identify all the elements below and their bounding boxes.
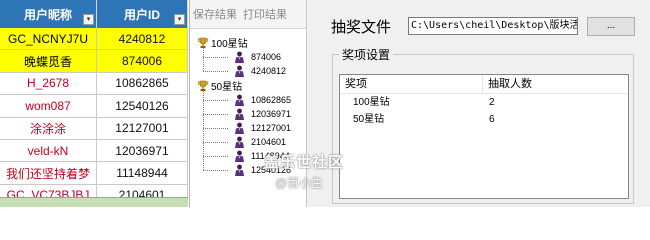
cell-user-id[interactable]: 12540126 <box>97 95 188 117</box>
sheet-row[interactable]: GC_NCNYJ7U 4240812 <box>0 28 188 51</box>
cell-nickname[interactable]: veld-kN <box>0 139 97 162</box>
tree-connector <box>203 170 228 171</box>
tree-connector <box>203 57 228 58</box>
sheet-header-row: 用户昵称 ▾ 用户ID ▾ <box>0 0 188 28</box>
column-header-user-id[interactable]: 用户ID ▾ <box>97 0 188 28</box>
cell-user-id[interactable]: 12127001 <box>97 117 188 139</box>
cell-nickname[interactable]: GC_NCNYJ7U <box>0 28 97 50</box>
tree-group-node[interactable]: 50星钻 <box>190 78 306 93</box>
trophy-icon <box>197 37 209 49</box>
prize-settings-group: 奖项设置 奖项 抽取人数 100星钻 2 50星钻 6 <box>332 46 634 204</box>
tree-winner-id: 2104601 <box>251 137 287 147</box>
tree-winner-id: 4240812 <box>251 66 287 76</box>
prize-row[interactable]: 100星钻 2 <box>340 94 628 111</box>
tree-group-label: 100星钻 <box>211 39 248 50</box>
cell-nickname[interactable]: 涂涂涂 <box>0 117 97 139</box>
lottery-file-label: 抽奖文件 <box>331 19 392 36</box>
tree-connector <box>203 156 228 157</box>
tree-winner-id: 874006 <box>251 52 282 62</box>
tree-group-node[interactable]: 100星钻 <box>190 35 306 50</box>
cell-nickname[interactable]: H_2678 <box>0 72 97 95</box>
browse-file-button[interactable]: ... <box>587 17 635 36</box>
filter-dropdown-icon[interactable]: ▾ <box>83 14 94 25</box>
cell-user-id[interactable]: 11148944 <box>97 162 188 184</box>
tree-connector <box>203 71 228 72</box>
prize-name: 50星钻 <box>353 114 385 125</box>
prize-row[interactable]: 50星钻 6 <box>340 111 628 128</box>
cell-nickname[interactable]: wom087 <box>0 95 97 117</box>
prize-list[interactable]: 奖项 抽取人数 100星钻 2 50星钻 6 <box>339 74 629 199</box>
tree-winner-id: 10862865 <box>251 95 292 105</box>
cell-nickname[interactable]: 晚蝶觅香 <box>0 50 97 72</box>
sheet-row[interactable]: 晚蝶觅香 874006 <box>0 50 188 73</box>
cell-user-id[interactable]: 12036971 <box>97 139 188 162</box>
tree-group-label: 50星钻 <box>211 82 243 93</box>
tree-connector <box>203 128 228 129</box>
user-icon <box>234 122 245 134</box>
prize-count: 2 <box>489 97 495 108</box>
lottery-file-path-input[interactable]: C:\Users\cheil\Desktop\版块活 <box>408 17 578 35</box>
spreadsheet: 用户昵称 ▾ 用户ID ▾ GC_NCNYJ7U 4240812 晚蝶觅香 87400… <box>0 0 188 208</box>
column-header-prize[interactable]: 奖项 <box>340 75 483 93</box>
tree-connector <box>203 91 204 170</box>
column-header-count[interactable]: 抽取人数 <box>483 75 628 93</box>
print-results-button[interactable]: 打印结果 <box>240 6 290 22</box>
cell-nickname[interactable]: 我们还坚持着梦 <box>0 162 97 184</box>
prize-list-header: 奖项 抽取人数 <box>340 75 628 94</box>
prize-count: 6 <box>489 114 495 125</box>
tree-connector <box>203 48 204 71</box>
save-results-button[interactable]: 保存结果 <box>190 6 240 22</box>
tree-connector <box>203 114 228 115</box>
prize-settings-title: 奖项设置 <box>339 46 394 63</box>
user-icon <box>234 108 245 120</box>
prize-name: 100星钻 <box>353 97 390 108</box>
tree-connector <box>203 100 228 101</box>
sheet-bottom-strip <box>0 197 188 207</box>
watermark-author: @百小生 <box>275 176 324 190</box>
watermark-title: 盖乐世社区 <box>264 154 345 171</box>
tree-winner-id: 12127001 <box>251 123 292 133</box>
cell-user-id[interactable]: 4240812 <box>97 28 188 50</box>
user-icon <box>234 65 245 77</box>
filter-dropdown-icon[interactable]: ▾ <box>174 14 185 25</box>
sheet-row[interactable]: 涂涂涂 12127001 <box>0 117 188 140</box>
trophy-icon <box>197 80 209 92</box>
sheet-row[interactable]: 我们还坚持着梦 11148944 <box>0 162 188 185</box>
column-header-user-id-label: 用户ID <box>123 7 160 22</box>
user-icon <box>234 136 245 148</box>
sheet-row[interactable]: veld-kN 12036971 <box>0 139 188 163</box>
user-icon <box>234 150 245 162</box>
user-icon <box>234 94 245 106</box>
lottery-settings-window: 抽奖文件 C:\Users\cheil\Desktop\版块活 ... 奖项设置… <box>306 0 650 207</box>
column-header-nickname[interactable]: 用户昵称 ▾ <box>0 0 97 28</box>
column-header-nickname-label: 用户昵称 <box>23 7 72 22</box>
sheet-row[interactable]: H_2678 10862865 <box>0 72 188 96</box>
tree-connector <box>203 142 228 143</box>
user-icon <box>234 164 245 176</box>
result-toolbar: 保存结果 打印结果 <box>190 0 306 29</box>
user-icon <box>234 51 245 63</box>
tree-winner-id: 12036971 <box>251 109 292 119</box>
cell-user-id[interactable]: 874006 <box>97 50 188 72</box>
sheet-row[interactable]: wom087 12540126 <box>0 95 188 118</box>
cell-user-id[interactable]: 10862865 <box>97 72 188 95</box>
